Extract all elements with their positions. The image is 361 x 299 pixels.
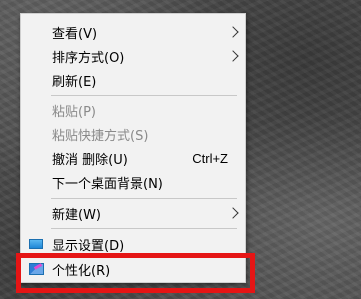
menu-item-label: 查看(V) — [52, 26, 98, 42]
menu-item-label: 显示设置(D) — [52, 238, 125, 254]
display-settings-icon — [29, 239, 43, 249]
menu-item-refresh[interactable]: 刷新(E) — [21, 68, 245, 92]
menu-item-label: 刷新(E) — [52, 74, 97, 90]
chevron-right-icon — [227, 50, 239, 62]
menu-item-paste[interactable]: 粘贴(P) — [21, 98, 245, 122]
menu-item-label: 粘贴快捷方式(S) — [52, 128, 149, 144]
highlight-box — [16, 253, 255, 293]
menu-separator — [51, 95, 237, 96]
menu-item-label: 排序方式(O) — [52, 50, 125, 66]
menu-item-label: 下一个桌面背景(N) — [52, 176, 163, 192]
menu-item-label: 新建(W) — [52, 207, 101, 223]
chevron-right-icon — [227, 207, 239, 219]
menu-separator — [51, 228, 237, 229]
menu-item-new[interactable]: 新建(W) — [21, 201, 245, 225]
menu-item-paste-shortcut[interactable]: 粘贴快捷方式(S) — [21, 122, 245, 146]
menu-item-shortcut: Ctrl+Z — [192, 150, 228, 166]
menu-item-view[interactable]: 查看(V) — [21, 20, 245, 44]
menu-item-sort-by[interactable]: 排序方式(O) — [21, 44, 245, 68]
menu-item-label: 粘贴(P) — [52, 104, 96, 120]
menu-item-undo-delete[interactable]: 撤消 删除(U) Ctrl+Z — [21, 146, 245, 170]
desktop-context-menu: 查看(V) 排序方式(O) 刷新(E) 粘贴(P) 粘贴快捷方式(S) 撤消 删… — [20, 13, 246, 283]
menu-item-next-desktop-background[interactable]: 下一个桌面背景(N) — [21, 170, 245, 194]
chevron-right-icon — [227, 26, 239, 38]
menu-item-label: 撤消 删除(U) — [52, 152, 128, 168]
menu-separator — [51, 198, 237, 199]
